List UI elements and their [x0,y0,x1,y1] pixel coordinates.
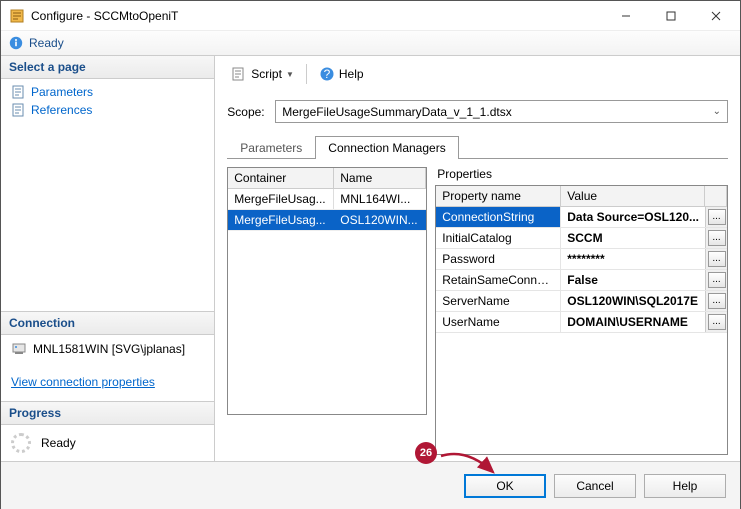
maximize-button[interactable] [648,1,693,30]
connection-value: MNL1581WIN [SVG\jplanas] [33,342,185,356]
window-title: Configure - SCCMtoOpeniT [31,9,603,23]
page-icon [11,103,25,117]
scope-label: Scope: [227,105,267,119]
svg-text:?: ? [324,67,331,81]
progress-text: Ready [41,436,76,450]
property-row-initialcatalog[interactable]: InitialCatalog SCCM ... [436,228,727,249]
annotation-arrow-icon [437,446,507,486]
view-connection-properties-link[interactable]: View connection properties [11,375,155,389]
chevron-down-icon: ⌄ [713,106,721,117]
col-value[interactable]: Value [561,186,705,206]
connection-header: Connection [1,312,214,335]
col-container[interactable]: Container [228,168,334,188]
ellipsis-button[interactable]: ... [708,272,726,288]
status-text: Ready [29,36,64,50]
help-button[interactable]: Help [644,474,726,498]
ellipsis-button[interactable]: ... [708,314,726,330]
info-icon [9,36,23,50]
scope-value: MergeFileUsageSummaryData_v_1_1.dtsx [282,105,511,119]
annotation-badge: 26 [415,442,437,464]
ellipsis-button[interactable]: ... [708,209,726,225]
app-icon [9,8,25,24]
sidebar-item-label[interactable]: Parameters [31,85,93,99]
chevron-down-icon: ▼ [286,70,294,79]
tabs: Parameters Connection Managers [227,135,728,159]
toolbar: Script ▼ ? Help [227,62,728,92]
help-icon: ? [319,66,335,82]
grid-header: Container Name [228,168,426,189]
col-name[interactable]: Name [334,168,426,188]
connection-managers-grid[interactable]: Container Name MergeFileUsag... MNL164WI… [227,167,427,415]
property-row-username[interactable]: UserName DOMAIN\USERNAME ... [436,312,727,333]
property-row-retainsameconnection[interactable]: RetainSameConnec... False ... [436,270,727,291]
right-panel: Script ▼ ? Help Scope: MergeFileUsageSum… [215,56,740,461]
close-button[interactable] [693,1,738,30]
property-row-password[interactable]: Password ******** ... [436,249,727,270]
properties-title: Properties [435,167,728,185]
script-label: Script [251,67,282,81]
sidebar-item-references[interactable]: References [1,101,214,119]
title-bar: Configure - SCCMtoOpeniT [1,1,740,31]
property-row-servername[interactable]: ServerName OSL120WIN\SQL2017E ... [436,291,727,312]
select-page-header: Select a page [1,56,214,79]
tab-connection-managers[interactable]: Connection Managers [315,136,458,159]
grid-row[interactable]: MergeFileUsag... OSL120WIN... [228,210,426,231]
properties-panel: Properties Property name Value Connectio… [435,167,728,455]
ellipsis-button[interactable]: ... [708,293,726,309]
script-button[interactable]: Script ▼ [227,64,298,84]
left-panel: Select a page Parameters References Conn… [1,56,215,461]
properties-grid[interactable]: Property name Value ConnectionString Dat… [435,185,728,455]
script-icon [231,66,247,82]
col-property-name[interactable]: Property name [436,186,561,206]
help-label: Help [339,67,364,81]
ellipsis-button[interactable]: ... [708,251,726,267]
grid-row[interactable]: MergeFileUsag... MNL164WI... [228,189,426,210]
minimize-button[interactable] [603,1,648,30]
tab-parameters[interactable]: Parameters [227,136,315,159]
scope-select[interactable]: MergeFileUsageSummaryData_v_1_1.dtsx ⌄ [275,100,728,123]
ellipsis-button[interactable]: ... [708,230,726,246]
status-bar: Ready [1,31,740,56]
sidebar-item-parameters[interactable]: Parameters [1,83,214,101]
help-button[interactable]: ? Help [315,64,368,84]
server-icon [11,341,27,357]
toolbar-separator [306,64,307,84]
progress-spinner-icon [11,433,31,453]
property-row-connectionstring[interactable]: ConnectionString Data Source=OSL120... .… [436,207,727,228]
sidebar-item-label[interactable]: References [31,103,92,117]
dialog-footer: OK Cancel Help [1,461,740,509]
progress-header: Progress [1,402,214,425]
cancel-button[interactable]: Cancel [554,474,636,498]
page-icon [11,85,25,99]
grid-header: Property name Value [436,186,727,207]
